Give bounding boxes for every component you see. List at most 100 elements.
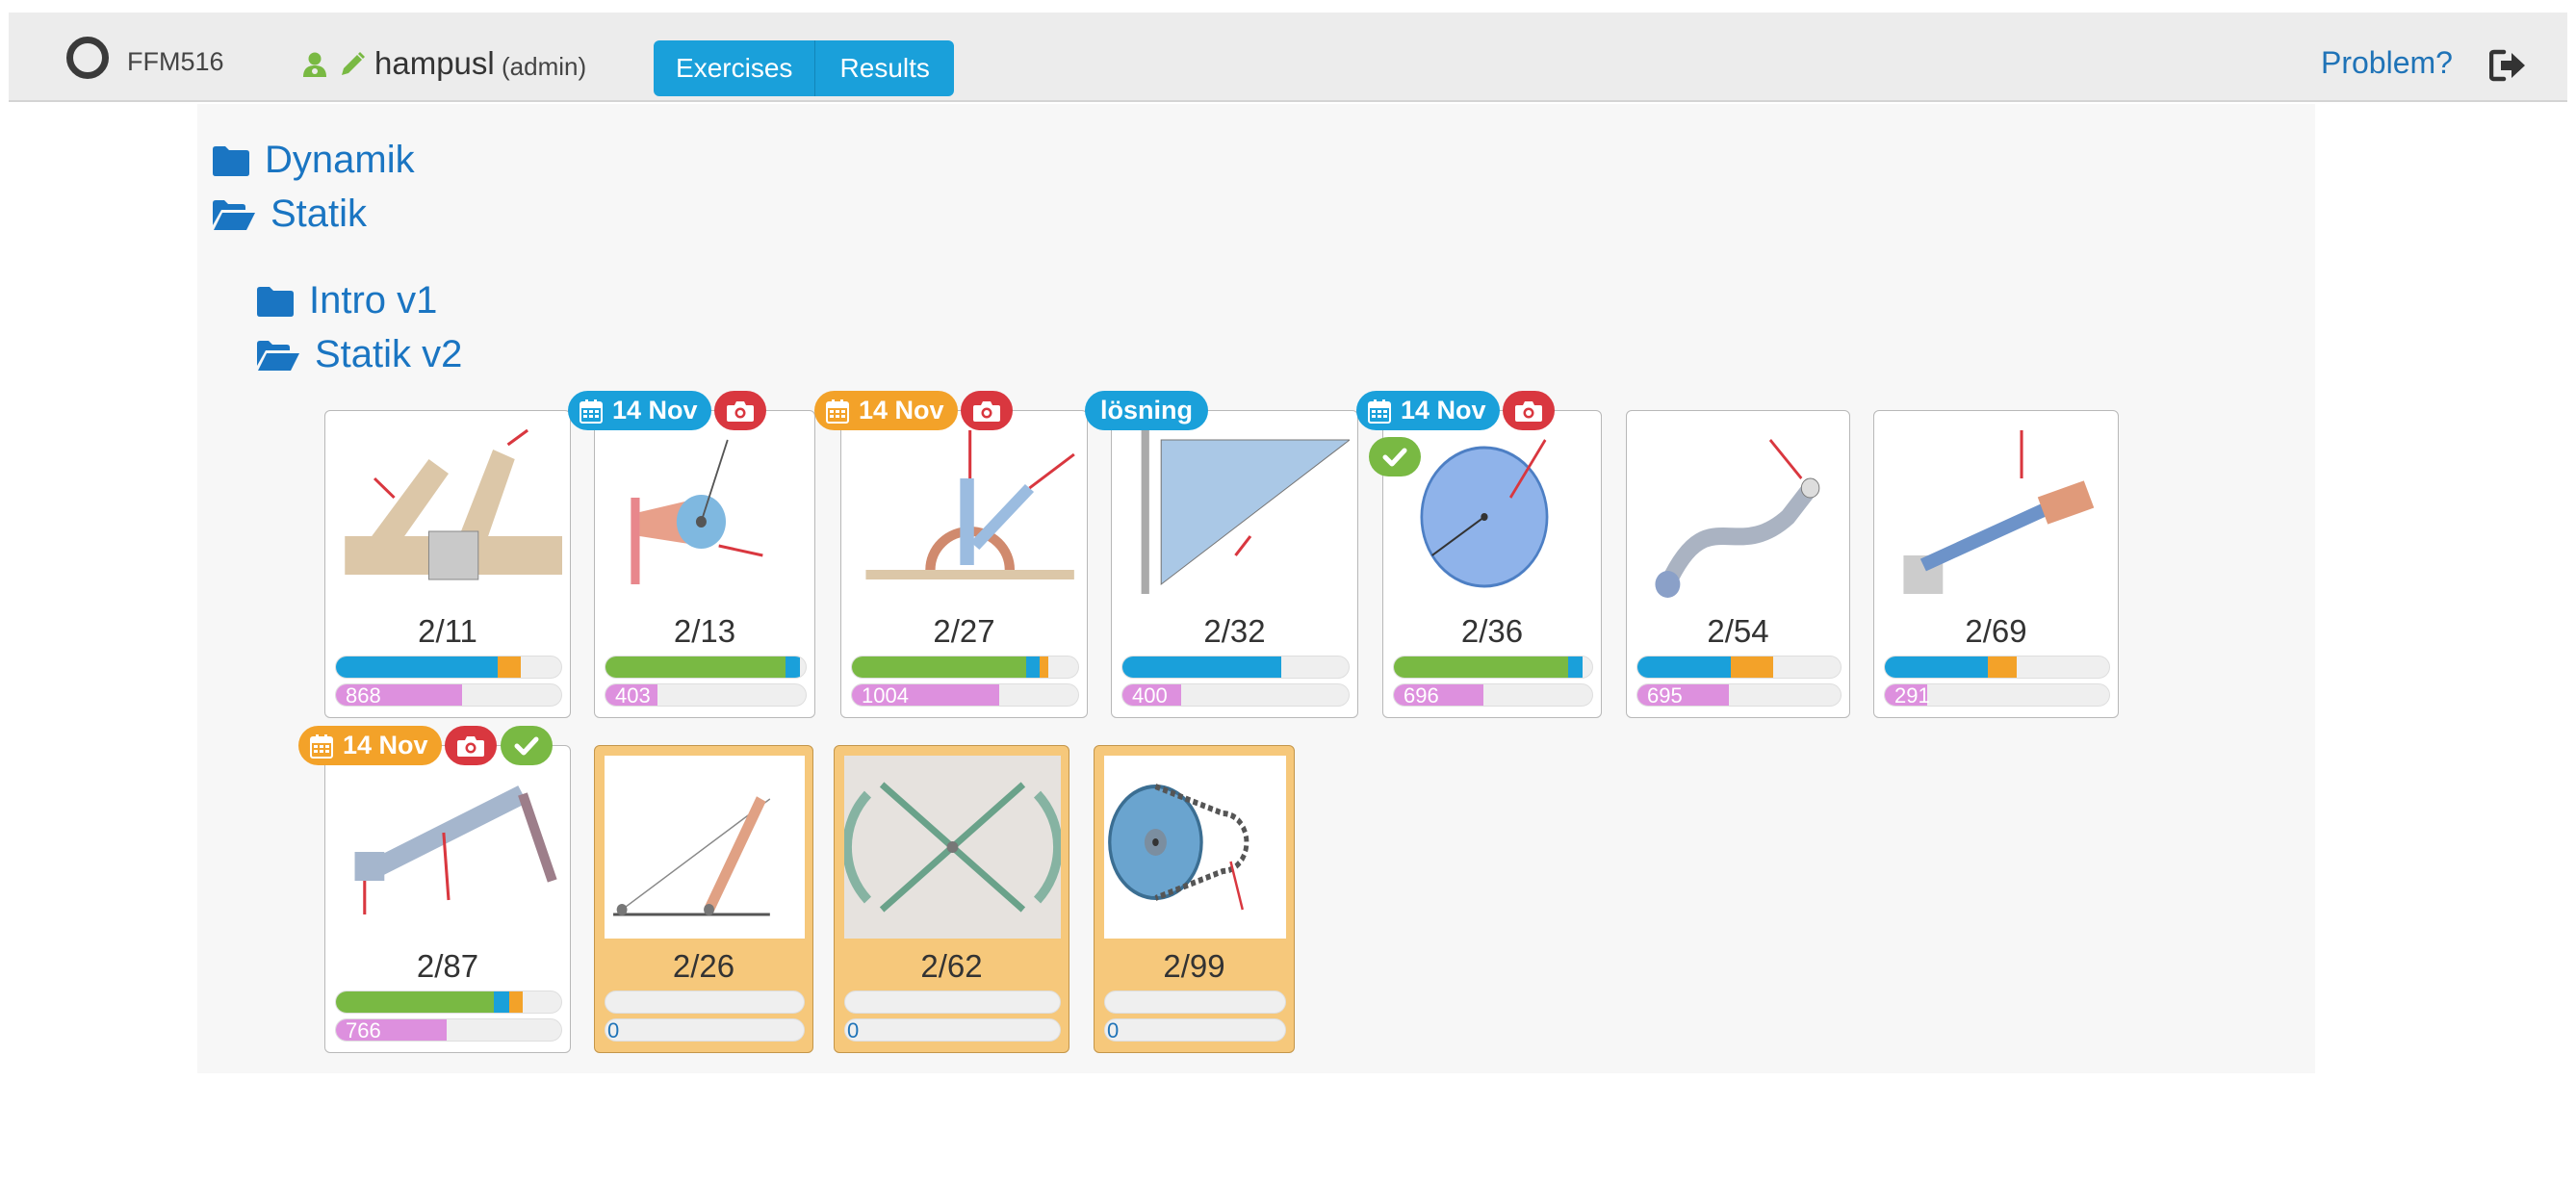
logo-ring-icon[interactable] — [66, 37, 109, 79]
progress-segment — [1885, 656, 1989, 678]
deadline-badge[interactable]: 14 Nov — [814, 391, 958, 430]
exercise-card[interactable]: 2/13 403 — [594, 410, 815, 718]
progress-segment — [1025, 656, 1041, 678]
exercise-card[interactable]: 2/26 0 — [594, 745, 813, 1053]
progress-segment — [1568, 656, 1583, 678]
attempts-bar: 291 — [1884, 683, 2110, 707]
exercise-label: 2/54 — [1707, 613, 1769, 649]
progress-segment — [336, 656, 499, 678]
sign-out-icon[interactable] — [2489, 49, 2528, 82]
folder-statik-v2[interactable]: Statik v2 — [255, 333, 462, 376]
attempts-bar: 0 — [844, 1018, 1061, 1042]
camera-icon — [727, 400, 754, 422]
camera-icon — [973, 400, 1000, 422]
progress-segment — [493, 991, 510, 1013]
exercise-label: 2/62 — [920, 948, 983, 984]
exercise-label: 2/36 — [1460, 613, 1524, 649]
exercise-label: 2/27 — [933, 613, 995, 649]
attempts-bar: 868 — [335, 683, 562, 707]
exercise-thumbnail — [1104, 756, 1286, 939]
progress-segment — [336, 991, 494, 1013]
exercise-thumbnail — [605, 421, 807, 604]
exercise-label: 2/11 — [418, 613, 477, 649]
progress-segment — [509, 991, 524, 1013]
badge-text: 14 Nov — [859, 396, 944, 425]
exercise-card[interactable]: 2/54 695 — [1626, 410, 1850, 718]
attempts-bar: 0 — [1104, 1018, 1286, 1042]
folder-dynamik[interactable]: Dynamik — [211, 139, 415, 182]
progress-bar — [335, 991, 562, 1014]
completed-badge — [1369, 437, 1421, 476]
attempts-bar: 400 — [1121, 683, 1350, 707]
deadline-badge[interactable]: 14 Nov — [568, 391, 711, 430]
attempt-count: 400 — [1122, 684, 1182, 706]
camera-icon — [457, 735, 484, 757]
calendar-icon — [1368, 399, 1391, 424]
solution-badge[interactable]: lösning — [1085, 391, 1208, 430]
progress-segment — [1040, 656, 1049, 678]
progress-bar — [1636, 656, 1842, 679]
exercise-card[interactable]: 2/11 868 — [324, 410, 571, 718]
exercise-card[interactable]: 2/32 400 — [1111, 410, 1358, 718]
user-role: (admin) — [502, 52, 587, 81]
exercise-card[interactable]: 2/27 1004 — [840, 410, 1088, 718]
exercise-label: 2/87 — [416, 948, 479, 984]
check-icon — [1382, 448, 1407, 466]
course-code[interactable]: FFM516 — [127, 47, 224, 77]
progress-bar — [605, 656, 807, 679]
results-button[interactable]: Results — [815, 40, 954, 96]
badge-text: lösning — [1100, 396, 1193, 425]
deadline-badge[interactable]: 14 Nov — [1356, 391, 1500, 430]
camera-badge[interactable] — [445, 726, 497, 765]
progress-bar — [1104, 991, 1286, 1014]
folder-intro-v1[interactable]: Intro v1 — [255, 279, 437, 322]
progress-segment — [1988, 656, 2018, 678]
folder-open-icon — [257, 340, 299, 371]
username: hampusl — [374, 45, 495, 81]
progress-bar — [1884, 656, 2110, 679]
exercise-thumbnail — [1636, 421, 1842, 604]
top-navbar: FFM516 hampusl (admin) Exercises Results… — [9, 13, 2567, 102]
folder-label: Dynamik — [265, 139, 415, 181]
exercise-thumbnail — [844, 756, 1061, 939]
problem-link[interactable]: Problem? — [2321, 45, 2453, 81]
folder-open-icon — [213, 199, 255, 230]
folder-icon — [257, 286, 294, 317]
folder-statik[interactable]: Statik — [211, 193, 367, 236]
progress-segment — [852, 656, 1026, 678]
attempts-bar: 403 — [605, 683, 807, 707]
check-icon — [514, 736, 539, 755]
exercise-card[interactable]: 2/69 291 — [1873, 410, 2119, 718]
completed-badge — [501, 726, 553, 765]
folder-label: Statik — [270, 193, 368, 235]
progress-segment — [786, 656, 800, 678]
attempt-count: 868 — [336, 684, 463, 706]
exercise-thumbnail — [605, 756, 805, 939]
attempts-bar: 696 — [1393, 683, 1593, 707]
badge-text: 14 Nov — [612, 396, 698, 425]
progress-bar — [605, 991, 805, 1014]
camera-icon — [1515, 400, 1542, 422]
exercise-thumbnail — [335, 421, 562, 604]
folder-label: Intro v1 — [309, 279, 438, 322]
progress-bar — [335, 656, 562, 679]
exercise-label: 2/26 — [672, 948, 735, 984]
exercise-card[interactable]: 2/99 0 — [1094, 745, 1295, 1053]
exercise-label: 2/13 — [673, 613, 736, 649]
exercise-label: 2/99 — [1163, 948, 1225, 984]
exercise-thumbnail — [1884, 421, 2110, 604]
camera-badge[interactable] — [961, 391, 1013, 430]
pencil-icon[interactable] — [339, 51, 366, 78]
exercises-button[interactable]: Exercises — [654, 40, 816, 96]
exercise-card[interactable]: 2/87 766 — [324, 745, 571, 1053]
progress-segment — [605, 656, 786, 678]
attempts-bar: 0 — [605, 1018, 805, 1042]
progress-bar — [851, 656, 1079, 679]
camera-badge[interactable] — [1503, 391, 1555, 430]
deadline-badge[interactable]: 14 Nov — [298, 726, 442, 765]
attempt-count: 291 — [1885, 684, 1930, 706]
calendar-icon — [580, 399, 603, 424]
folder-icon — [213, 145, 249, 176]
camera-badge[interactable] — [714, 391, 766, 430]
exercise-card[interactable]: 2/62 0 — [834, 745, 1069, 1053]
